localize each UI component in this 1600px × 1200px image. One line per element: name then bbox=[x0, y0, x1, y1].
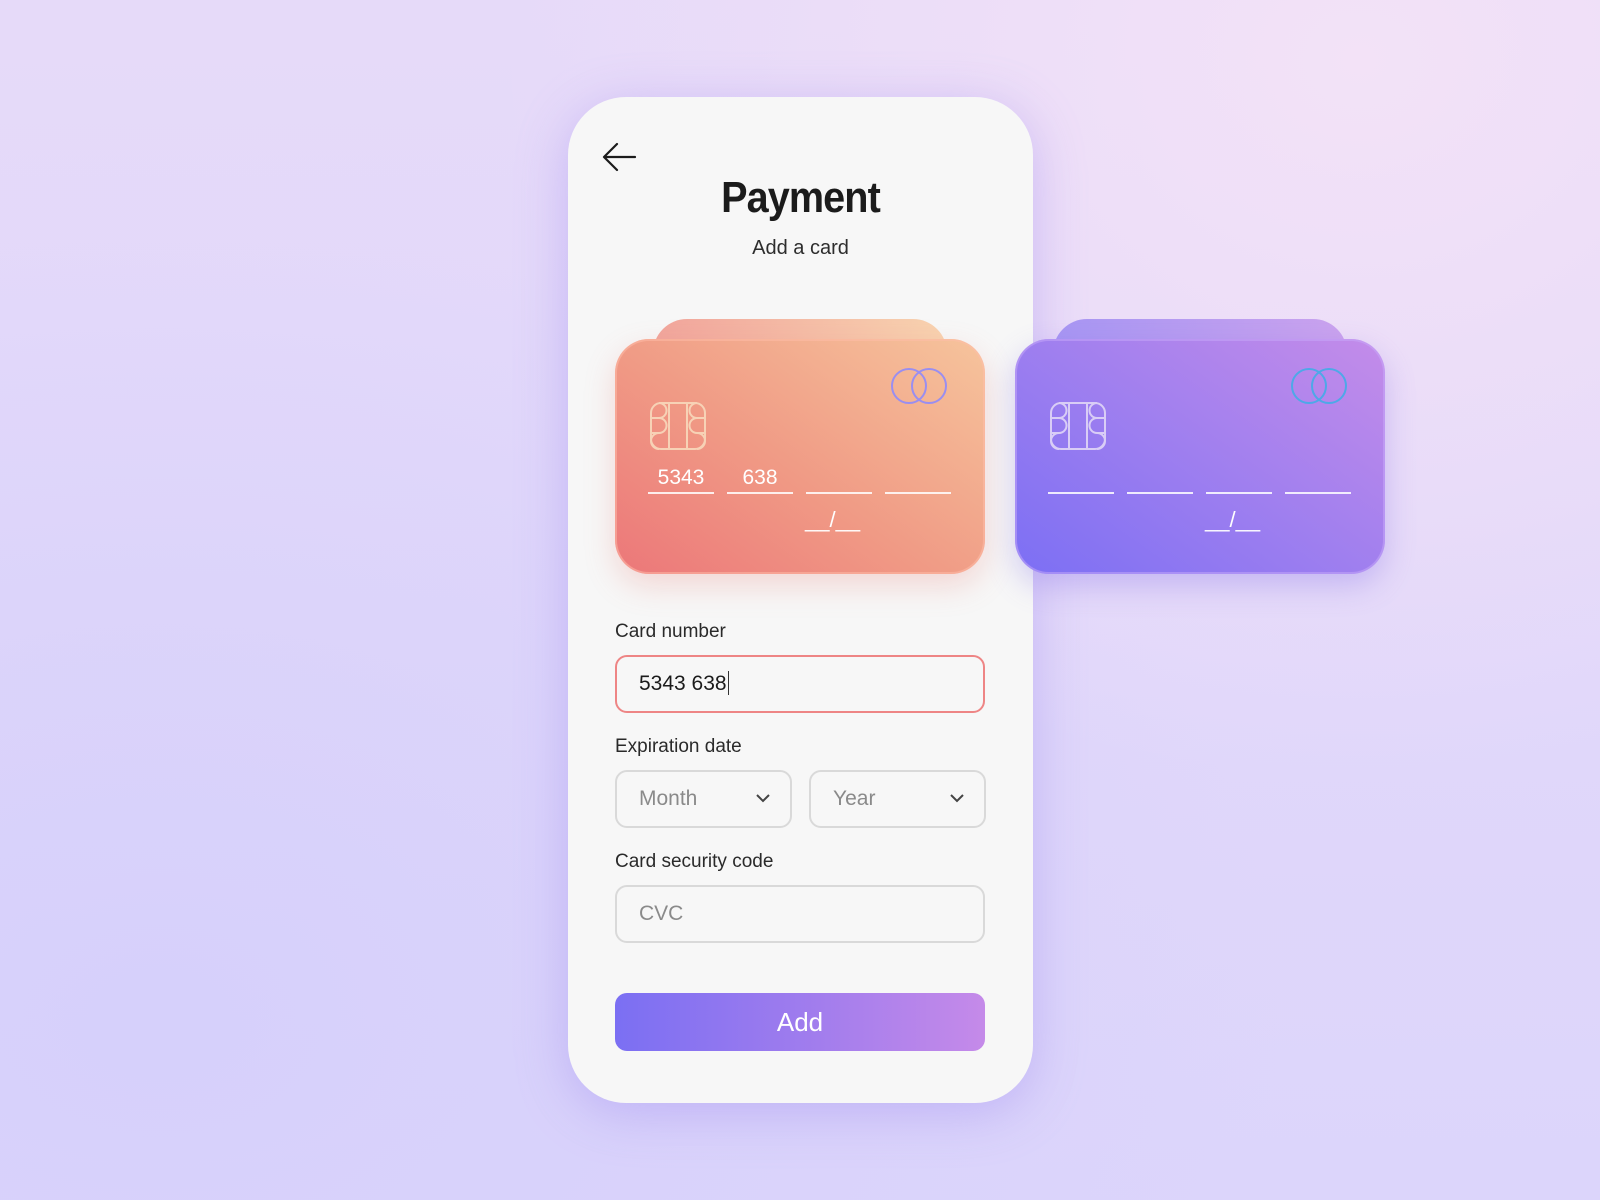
card-number-label: Card number bbox=[615, 621, 726, 642]
chevron-down-icon bbox=[756, 794, 770, 803]
card-preview-active[interactable]: 5343 638 __/__ bbox=[615, 319, 985, 574]
card-expiry: __/__ bbox=[805, 507, 861, 532]
card-number-input[interactable]: 5343 638 bbox=[615, 655, 985, 713]
card-number-group-3 bbox=[1206, 466, 1272, 494]
year-placeholder: Year bbox=[833, 787, 876, 810]
chip-icon bbox=[650, 402, 706, 450]
cvc-placeholder: CVC bbox=[639, 902, 684, 925]
card-number-group-1 bbox=[1048, 466, 1114, 494]
card-preview-next[interactable]: __/__ bbox=[1015, 319, 1385, 574]
month-select[interactable]: Month bbox=[615, 770, 792, 828]
page-subtitle: Add a card bbox=[752, 237, 849, 259]
card-number-group-2: 638 bbox=[727, 466, 793, 494]
card-number-group-1: 5343 bbox=[648, 466, 714, 494]
payment-panel: Payment Add a card 5343 638 __/__ Card n… bbox=[568, 97, 1033, 1103]
expiration-date-label: Expiration date bbox=[615, 736, 742, 757]
card-number-group-2 bbox=[1127, 466, 1193, 494]
security-code-label: Card security code bbox=[615, 851, 774, 872]
page-title: Payment bbox=[721, 173, 881, 222]
card-number-value: 5343 638 bbox=[639, 672, 727, 695]
month-placeholder: Month bbox=[639, 787, 698, 810]
interlocking-rings-icon bbox=[1291, 368, 1347, 404]
text-caret bbox=[727, 671, 729, 695]
year-select[interactable]: Year bbox=[809, 770, 986, 828]
card-number-group-3 bbox=[806, 466, 872, 494]
card-number-group-4 bbox=[1285, 466, 1351, 494]
add-card-button[interactable]: Add bbox=[615, 993, 985, 1051]
card-front: 5343 638 __/__ bbox=[615, 339, 985, 574]
card-number-group-4 bbox=[885, 466, 951, 494]
card-front: __/__ bbox=[1015, 339, 1385, 574]
interlocking-rings-icon bbox=[891, 368, 947, 404]
chip-icon bbox=[1050, 402, 1106, 450]
cvc-input[interactable]: CVC bbox=[615, 885, 985, 943]
chevron-down-icon bbox=[950, 794, 964, 803]
card-expiry: __/__ bbox=[1205, 507, 1261, 532]
back-button[interactable] bbox=[601, 139, 641, 175]
arrow-left-icon bbox=[602, 142, 637, 172]
